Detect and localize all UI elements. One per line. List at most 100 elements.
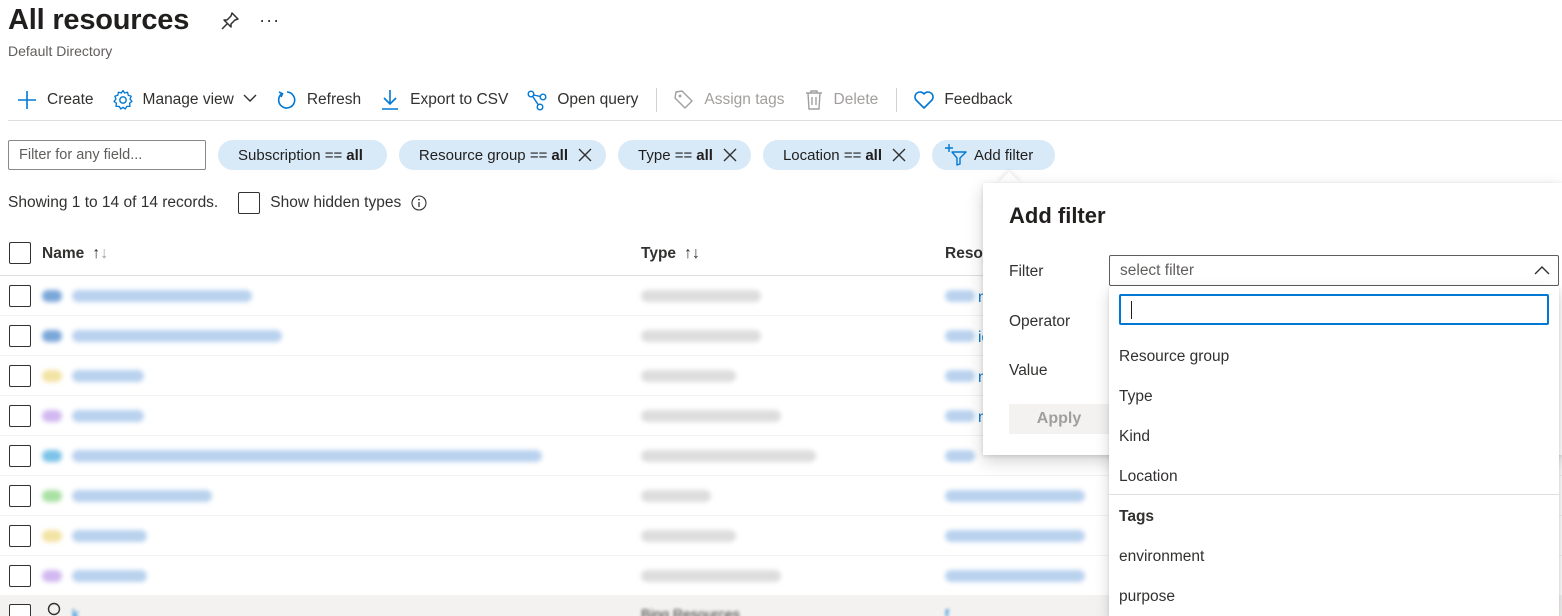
close-icon[interactable]: [892, 148, 906, 162]
option-resource-group[interactable]: Resource group: [1119, 348, 1229, 366]
filter-pill-location[interactable]: Location == all: [762, 140, 921, 170]
trash-icon: [803, 89, 825, 111]
resource-name-redacted[interactable]: [72, 450, 542, 462]
filter-pill-label: Type ==: [638, 146, 693, 164]
panel-title: Add filter: [1009, 203, 1106, 228]
close-icon[interactable]: [723, 148, 737, 162]
refresh-button[interactable]: Refresh: [268, 84, 371, 116]
row-checkbox[interactable]: [9, 285, 31, 307]
resource-name-redacted[interactable]: [72, 370, 144, 382]
resource-name-redacted[interactable]: [72, 530, 147, 542]
show-hidden-label: Show hidden types: [270, 194, 402, 211]
resource-type-redacted: [641, 530, 736, 542]
resource-group-redacted[interactable]: [945, 490, 1085, 502]
resource-group-partial[interactable]: f: [945, 606, 949, 616]
row-checkbox[interactable]: [9, 325, 31, 347]
filter-pill-resource-group[interactable]: Resource group == all: [398, 140, 607, 170]
resource-name-redacted[interactable]: [72, 290, 252, 302]
tag-icon: [673, 89, 695, 111]
create-button[interactable]: Create: [8, 84, 104, 116]
resource-type-redacted: [641, 450, 816, 462]
feedback-button[interactable]: Feedback: [905, 84, 1022, 116]
option-type[interactable]: Type: [1119, 388, 1153, 406]
plus-icon: [16, 89, 38, 111]
assign-tags-button[interactable]: Assign tags: [665, 84, 794, 116]
tags-group-header: Tags: [1119, 508, 1155, 525]
row-checkbox[interactable]: [9, 405, 31, 427]
open-query-button[interactable]: Open query: [518, 84, 648, 116]
resource-icon: [42, 290, 62, 302]
resource-type-redacted: [641, 410, 781, 422]
resource-group-redacted[interactable]: [945, 330, 975, 342]
resource-type-redacted: [641, 490, 711, 502]
page-title: All resources: [8, 4, 190, 36]
export-csv-button[interactable]: Export to CSV: [371, 84, 518, 116]
open-query-label: Open query: [557, 91, 639, 108]
row-checkbox[interactable]: [9, 604, 31, 616]
resource-name-redacted[interactable]: [72, 490, 212, 502]
option-location[interactable]: Location: [1119, 468, 1178, 486]
show-hidden-checkbox[interactable]: [238, 192, 261, 214]
refresh-label: Refresh: [306, 91, 362, 108]
option-tag-purpose[interactable]: purpose: [1119, 588, 1175, 606]
filter-search-input[interactable]: [8, 140, 206, 170]
resource-icon: [42, 490, 62, 502]
filter-pill-value: all: [551, 146, 569, 164]
query-icon: [526, 89, 548, 111]
resource-name-redacted[interactable]: [72, 330, 282, 342]
info-icon[interactable]: [411, 195, 427, 211]
row-checkbox[interactable]: [9, 445, 31, 467]
resource-icon: [42, 370, 62, 382]
apply-button[interactable]: Apply: [1009, 404, 1109, 434]
add-filter-icon: [944, 144, 968, 166]
resource-group-redacted[interactable]: [945, 570, 1085, 582]
delete-button[interactable]: Delete: [795, 84, 889, 116]
show-hidden-types-toggle[interactable]: Show hidden types: [238, 192, 427, 214]
sort-icon[interactable]: ↑↓: [92, 245, 108, 263]
resource-type-redacted: [641, 290, 761, 302]
row-checkbox[interactable]: [9, 365, 31, 387]
filter-pill-label: Subscription ==: [238, 146, 343, 164]
dropdown-search-input[interactable]: [1119, 294, 1549, 325]
close-icon[interactable]: [578, 148, 592, 162]
records-bar: Showing 1 to 14 of 14 records. Show hidd…: [8, 192, 427, 214]
resource-group-redacted[interactable]: [945, 450, 975, 462]
resource-name-redacted[interactable]: [72, 570, 147, 582]
filter-pill-value: all: [865, 146, 883, 164]
resource-group-redacted[interactable]: [945, 530, 1085, 542]
command-bar: Create Manage view Refresh Export to CSV…: [8, 84, 1022, 116]
resource-group-redacted[interactable]: [945, 290, 975, 302]
page-subtitle: Default Directory: [8, 43, 113, 59]
chevron-up-icon: [1534, 263, 1550, 279]
sort-icon[interactable]: ↑↓: [684, 245, 700, 263]
row-checkbox[interactable]: [9, 565, 31, 587]
toolbar-separator: [656, 88, 658, 112]
filter-select-placeholder: select filter: [1120, 261, 1195, 279]
resource-name-redacted[interactable]: [72, 410, 144, 422]
row-checkbox[interactable]: [9, 525, 31, 547]
resource-group-redacted[interactable]: [945, 410, 975, 422]
column-header-type[interactable]: Type ↑↓: [641, 245, 700, 263]
row-checkbox[interactable]: [9, 485, 31, 507]
select-all-checkbox[interactable]: [9, 242, 31, 264]
option-tag-environment[interactable]: environment: [1119, 548, 1204, 566]
filter-label: Filter: [1009, 263, 1044, 280]
filter-pill-subscription[interactable]: Subscription == all: [218, 140, 387, 170]
filter-select[interactable]: select filter: [1109, 255, 1559, 286]
filter-bar: Subscription == all Resource group == al…: [8, 140, 1056, 170]
resource-icon: [42, 330, 62, 342]
filter-pill-type[interactable]: Type == all: [618, 140, 751, 170]
operator-label: Operator: [1009, 313, 1071, 330]
pin-icon[interactable]: [219, 10, 241, 32]
add-filter-label: Add filter: [974, 146, 1034, 164]
resource-icon: [42, 410, 62, 422]
resource-name-partial[interactable]: k: [72, 606, 79, 616]
more-options-icon[interactable]: ···: [259, 10, 280, 31]
search-icon: [46, 602, 64, 616]
resource-group-redacted[interactable]: [945, 370, 975, 382]
text-caret: [1131, 301, 1132, 319]
option-kind[interactable]: Kind: [1119, 428, 1150, 446]
column-header-name[interactable]: Name ↑↓: [42, 245, 108, 263]
add-filter-button[interactable]: Add filter: [932, 140, 1056, 170]
manage-view-button[interactable]: Manage view: [104, 84, 268, 116]
